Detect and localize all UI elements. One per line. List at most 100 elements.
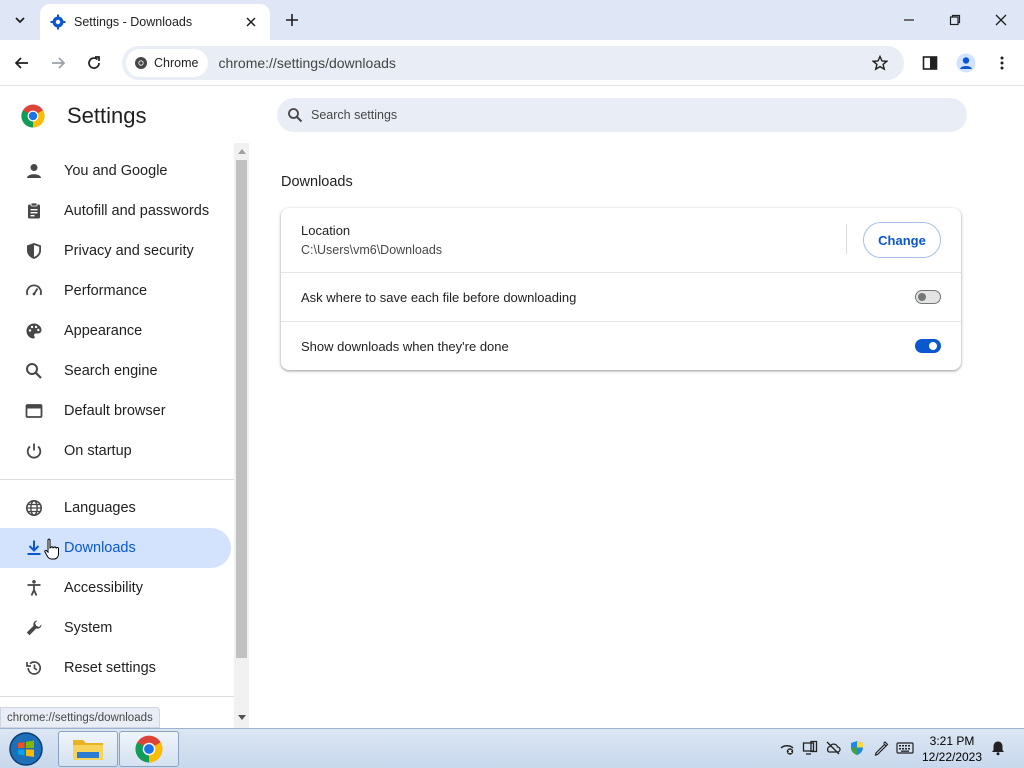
sidebar-item-default-browser[interactable]: Default browser: [0, 391, 231, 431]
link-status-bubble: chrome://settings/downloads: [0, 707, 160, 728]
menu-button[interactable]: [988, 49, 1016, 77]
caret-up-icon: [237, 149, 246, 154]
sidebar-item-label: On startup: [64, 443, 132, 459]
taskbar-chrome[interactable]: [119, 731, 179, 767]
tab-close-button[interactable]: [242, 13, 260, 31]
tray-cloud-off-icon[interactable]: [824, 739, 842, 757]
tab-title: Settings - Downloads: [74, 15, 193, 29]
power-icon: [24, 441, 44, 461]
sidebar-item-you-and-google[interactable]: You and Google: [0, 151, 231, 191]
sidebar-divider: [0, 479, 234, 480]
tray-pen-icon[interactable]: [872, 739, 890, 757]
new-tab-button[interactable]: [280, 8, 304, 32]
sidebar-divider: [0, 696, 234, 697]
sidebar-item-downloads[interactable]: Downloads: [0, 528, 231, 568]
sidebar-item-label: Reset settings: [64, 660, 156, 676]
close-window-button[interactable]: [979, 4, 1023, 36]
speedometer-icon: [24, 281, 44, 301]
back-button[interactable]: [8, 49, 36, 77]
toggle-knob: [929, 342, 937, 350]
search-settings-input[interactable]: Search settings: [277, 98, 967, 132]
restore-button[interactable]: [933, 4, 977, 36]
sidebar-item-label: You and Google: [64, 163, 168, 179]
forward-button[interactable]: [44, 49, 72, 77]
ask-where-label: Ask where to save each file before downl…: [301, 290, 577, 305]
avatar-icon: [956, 53, 976, 73]
tray-keyboard-icon[interactable]: [896, 739, 914, 757]
chrome-logo-icon: [135, 735, 163, 763]
profile-button[interactable]: [952, 49, 980, 77]
sidebar-item-on-startup[interactable]: On startup: [0, 431, 231, 471]
sidebar-item-reset-settings[interactable]: Reset settings: [0, 648, 231, 688]
globe-icon: [24, 498, 44, 518]
sidebar-item-autofill[interactable]: Autofill and passwords: [0, 191, 231, 231]
taskbar-clock[interactable]: 3:21 PM 12/22/2023: [918, 733, 986, 765]
reload-icon: [88, 56, 100, 69]
settings-sidebar: You and Google Autofill and passwords Pr…: [0, 150, 234, 728]
gear-icon: [50, 14, 66, 30]
vertical-separator: [846, 224, 847, 254]
sidebar-item-accessibility[interactable]: Accessibility: [0, 568, 231, 608]
accessibility-icon: [24, 578, 44, 598]
windows-start-icon: [9, 732, 43, 766]
scroll-up-button[interactable]: [236, 146, 247, 156]
taskbar-file-explorer[interactable]: [58, 731, 118, 767]
reload-button[interactable]: [80, 49, 108, 77]
close-icon: [246, 17, 256, 27]
side-panel-button[interactable]: [916, 49, 944, 77]
shield-icon: [24, 241, 44, 261]
chevron-down-icon: [15, 17, 25, 24]
sidebar-item-languages[interactable]: Languages: [0, 488, 231, 528]
tray-network-disconnected-icon[interactable]: [778, 739, 796, 757]
start-button[interactable]: [4, 731, 48, 767]
arrow-right-icon: [52, 57, 66, 69]
hand-cursor-icon: [44, 538, 59, 560]
site-info-chip[interactable]: Chrome: [126, 49, 209, 77]
bookmark-button[interactable]: [866, 49, 894, 77]
toggle-knob: [918, 293, 926, 301]
ask-where-toggle[interactable]: [915, 290, 941, 304]
tray-display-icon[interactable]: [801, 739, 819, 757]
clock-time: 3:21 PM: [929, 734, 975, 748]
minimize-icon: [904, 19, 914, 21]
location-label: Location: [301, 223, 351, 238]
sidebar-item-system[interactable]: System: [0, 608, 231, 648]
sidebar-item-label: System: [64, 620, 113, 636]
side-panel-icon: [922, 56, 938, 70]
url-text[interactable]: chrome://settings/downloads: [218, 55, 866, 71]
show-downloads-row[interactable]: Show downloads when they're done: [281, 322, 961, 370]
tray-security-shield-icon[interactable]: [848, 739, 866, 757]
notifications-bell-icon[interactable]: [989, 739, 1007, 757]
sidebar-item-privacy[interactable]: Privacy and security: [0, 231, 231, 271]
restore-icon: [949, 14, 961, 26]
clipboard-icon: [24, 201, 44, 221]
sidebar-item-label: Default browser: [64, 403, 166, 419]
ask-where-row[interactable]: Ask where to save each file before downl…: [281, 273, 961, 321]
scroll-down-button[interactable]: [236, 713, 247, 723]
wrench-icon: [24, 618, 44, 638]
caret-down-icon: [237, 715, 246, 720]
show-downloads-toggle[interactable]: [915, 339, 941, 353]
tab-search-button[interactable]: [6, 6, 34, 34]
search-placeholder: Search settings: [311, 108, 398, 122]
tab-strip: Settings - Downloads: [0, 0, 1024, 40]
sidebar-item-label: Search engine: [64, 363, 158, 379]
address-bar[interactable]: Chrome chrome://settings/downloads: [122, 46, 904, 80]
close-icon: [995, 14, 1007, 26]
minimize-button[interactable]: [887, 4, 931, 36]
browser-toolbar: Chrome chrome://settings/downloads: [0, 40, 1024, 86]
folder-icon: [73, 740, 103, 760]
chrome-logo-icon: [135, 57, 147, 69]
sidebar-item-performance[interactable]: Performance: [0, 271, 231, 311]
scrollbar-thumb[interactable]: [236, 160, 247, 658]
sidebar-item-appearance[interactable]: Appearance: [0, 311, 231, 351]
change-location-button[interactable]: Change: [863, 222, 941, 258]
sidebar-item-label: Performance: [64, 283, 148, 299]
location-row: Location C:\Users\vm6\Downloads Change: [281, 208, 961, 272]
sidebar-item-search-engine[interactable]: Search engine: [0, 351, 231, 391]
search-icon: [24, 361, 44, 381]
site-info-label: Chrome: [154, 56, 199, 70]
chrome-logo-icon: [21, 104, 45, 128]
tab-settings-downloads[interactable]: Settings - Downloads: [40, 4, 270, 40]
section-title: Downloads: [281, 174, 353, 190]
